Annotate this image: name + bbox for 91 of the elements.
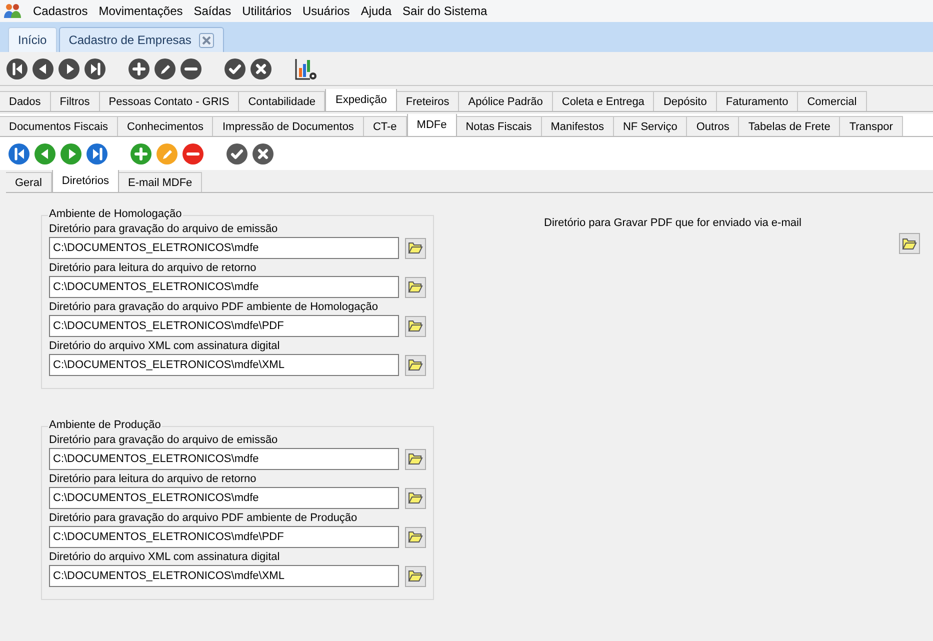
tab[interactable]: Faturamento [716, 91, 798, 111]
tab[interactable]: Pessoas Contato - GRIS [100, 91, 240, 111]
field-label: Diretório para gravação do arquivo PDF ambiente de Produção [49, 512, 358, 525]
document-tab[interactable]: Início [8, 27, 57, 52]
tab[interactable]: Conhecimentos [118, 116, 214, 136]
tab[interactable]: Apólice Padrão [459, 91, 553, 111]
field-label: Diretório para leitura do arquivo de retorno [49, 473, 258, 486]
path-field[interactable]: C:\DOCUMENTOS_ELETRONICOS\mdfe [49, 276, 399, 298]
browse-folder-button[interactable] [405, 316, 426, 336]
tab[interactable]: Geral [6, 172, 52, 192]
tab[interactable]: NF Serviço [614, 116, 688, 136]
menu-item[interactable]: Movimentações [98, 2, 183, 20]
add-action-icon[interactable] [130, 142, 152, 164]
menu-item[interactable]: Sair do Sistema [402, 2, 488, 20]
browse-folder-button[interactable] [405, 566, 426, 586]
tab[interactable]: Contabilidade [239, 91, 326, 111]
cancel-record-icon[interactable] [250, 58, 272, 80]
menu-item[interactable]: Usuários [302, 2, 350, 20]
folder-icon [408, 242, 423, 254]
menu-item[interactable]: Cadastros [33, 2, 88, 20]
last-action-icon[interactable] [86, 142, 108, 164]
tab[interactable]: CT-e [364, 116, 407, 136]
tab[interactable]: Filtros [50, 91, 100, 111]
folder-icon [408, 320, 423, 332]
cancel-action-icon[interactable] [252, 142, 274, 164]
path-field[interactable]: C:\DOCUMENTOS_ELETRONICOS\mdfe [49, 237, 399, 259]
field-label: Diretório para Gravar PDF que for enviado via e-mail [544, 217, 802, 230]
remove-record-icon[interactable] [180, 58, 202, 80]
people-logo-icon [4, 3, 22, 19]
remove-action-icon[interactable] [182, 142, 204, 164]
tab[interactable]: Notas Fiscais [456, 116, 542, 136]
add-record-icon[interactable] [128, 58, 150, 80]
tab[interactable]: Outros [687, 116, 740, 136]
group-title: Ambiente de Produção [48, 419, 162, 432]
tab[interactable]: Impressão de Documentos [213, 116, 364, 136]
folder-icon [408, 531, 423, 543]
tab[interactable]: Coleta e Entrega [552, 91, 654, 111]
tab[interactable]: E-mail MDFe [118, 172, 202, 192]
group-title: Ambiente de Homologação [48, 208, 183, 221]
folder-icon [408, 492, 423, 504]
next-record-icon[interactable] [58, 58, 80, 80]
folder-icon [902, 238, 917, 250]
confirm-record-icon[interactable] [224, 58, 246, 80]
next-action-icon[interactable] [60, 142, 82, 164]
path-field[interactable]: C:\DOCUMENTOS_ELETRONICOS\mdfe\PDF [49, 315, 399, 337]
field-label: Diretório para leitura do arquivo de retorno [49, 262, 258, 275]
tab[interactable]: Tabelas de Frete [739, 116, 840, 136]
field-label: Diretório do arquivo XML com assinatura digital [49, 551, 281, 564]
folder-icon [408, 570, 423, 582]
tab[interactable]: Manifestos [542, 116, 614, 136]
tab[interactable]: Documentos Fiscais [0, 116, 118, 136]
chart-settings-icon[interactable] [294, 56, 318, 80]
tab[interactable]: Freteiros [396, 91, 460, 111]
folder-icon [408, 453, 423, 465]
folder-icon [408, 359, 423, 371]
path-field[interactable]: C:\DOCUMENTOS_ELETRONICOS\mdfe\XML [49, 565, 399, 587]
path-field[interactable]: C:\DOCUMENTOS_ELETRONICOS\mdfe\PDF [49, 526, 399, 548]
browse-folder-button[interactable] [405, 354, 426, 376]
field-label: Diretório do arquivo XML com assinatura digital [49, 340, 281, 353]
tab[interactable]: Depósito [654, 91, 717, 111]
first-action-icon[interactable] [8, 142, 30, 164]
document-tab[interactable]: Cadastro de Empresas [58, 27, 224, 52]
menu-item[interactable]: Utilitários [242, 2, 292, 20]
menu-item[interactable]: Saídas [194, 2, 232, 20]
tab[interactable]: Diretórios [52, 170, 119, 192]
confirm-action-icon[interactable] [226, 142, 248, 164]
browse-folder-button[interactable] [899, 233, 920, 254]
browse-folder-button[interactable] [405, 276, 426, 298]
field-label: Diretório para gravação do arquivo PDF ambiente de Homologação [49, 301, 379, 314]
tab[interactable]: Transpor [840, 116, 903, 136]
browse-folder-button[interactable] [405, 448, 426, 470]
last-record-icon[interactable] [84, 58, 106, 80]
path-field[interactable]: C:\DOCUMENTOS_ELETRONICOS\mdfe [49, 448, 399, 470]
browse-folder-button[interactable] [405, 488, 426, 508]
prev-record-icon[interactable] [32, 58, 54, 80]
path-field[interactable]: C:\DOCUMENTOS_ELETRONICOS\mdfe [49, 487, 399, 509]
field-label: Diretório para gravação do arquivo de emissão [49, 223, 279, 236]
browse-folder-button[interactable] [405, 526, 426, 548]
tab[interactable]: Expedição [325, 89, 397, 111]
first-record-icon[interactable] [6, 58, 28, 80]
path-field[interactable]: C:\DOCUMENTOS_ELETRONICOS\mdfe\XML [49, 354, 399, 376]
edit-record-icon[interactable] [154, 58, 176, 80]
folder-icon [408, 281, 423, 293]
field-label: Diretório para gravação do arquivo de emissão [49, 434, 279, 447]
close-icon[interactable] [199, 32, 214, 48]
menu-item[interactable]: Ajuda [360, 2, 392, 20]
tab[interactable]: Comercial [798, 91, 867, 111]
browse-folder-button[interactable] [405, 238, 426, 258]
tab[interactable]: Dados [0, 91, 51, 111]
prev-action-icon[interactable] [34, 142, 56, 164]
tab[interactable]: MDFe [406, 114, 457, 136]
